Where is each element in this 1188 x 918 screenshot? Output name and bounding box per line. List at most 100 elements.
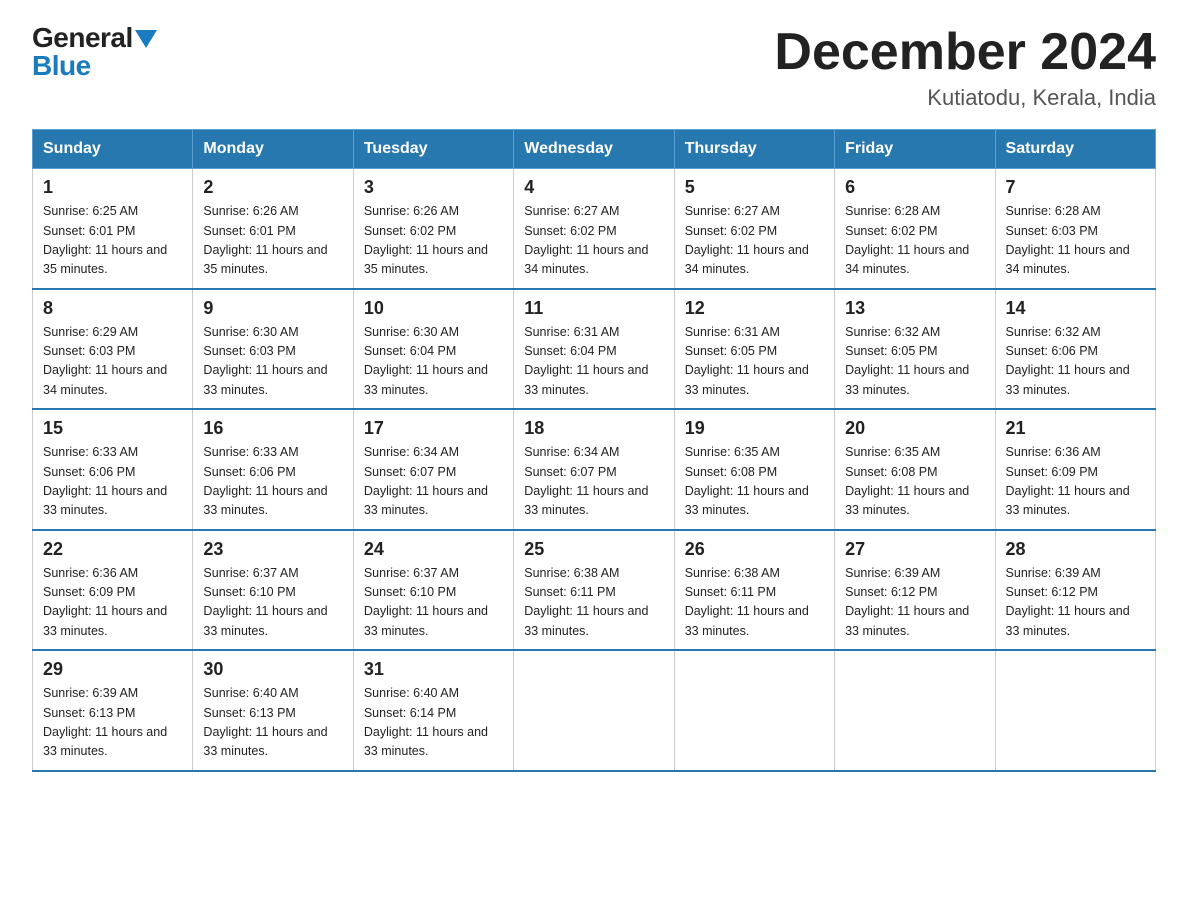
day-info: Sunrise: 6:30 AMSunset: 6:04 PMDaylight:… [364, 323, 503, 401]
day-info: Sunrise: 6:32 AMSunset: 6:06 PMDaylight:… [1006, 323, 1145, 401]
calendar-cell: 24 Sunrise: 6:37 AMSunset: 6:10 PMDayligh… [353, 530, 513, 651]
day-number: 5 [685, 177, 824, 198]
day-number: 29 [43, 659, 182, 680]
calendar-week-row: 22 Sunrise: 6:36 AMSunset: 6:09 PMDayligh… [33, 530, 1156, 651]
day-info: Sunrise: 6:27 AMSunset: 6:02 PMDaylight:… [685, 202, 824, 280]
calendar-cell: 14 Sunrise: 6:32 AMSunset: 6:06 PMDayligh… [995, 289, 1155, 410]
day-number: 30 [203, 659, 342, 680]
calendar-header-tuesday: Tuesday [353, 130, 513, 169]
day-number: 28 [1006, 539, 1145, 560]
day-number: 14 [1006, 298, 1145, 319]
day-number: 4 [524, 177, 663, 198]
calendar-cell: 20Sunrise: 6:35 AMSunset: 6:08 PMDayligh… [835, 409, 995, 530]
day-number: 20 [845, 418, 984, 439]
day-info: Sunrise: 6:31 AMSunset: 6:05 PMDaylight:… [685, 323, 824, 401]
calendar-cell [995, 650, 1155, 771]
day-info: Sunrise: 6:39 AMSunset: 6:12 PMDaylight:… [845, 564, 984, 642]
day-number: 19 [685, 418, 824, 439]
calendar-cell: 11 Sunrise: 6:31 AMSunset: 6:04 PMDayligh… [514, 289, 674, 410]
day-info: Sunrise: 6:38 AMSunset: 6:11 PMDaylight:… [685, 564, 824, 642]
day-info: Sunrise: 6:38 AMSunset: 6:11 PMDaylight:… [524, 564, 663, 642]
day-info: Sunrise: 6:26 AMSunset: 6:02 PMDaylight:… [364, 202, 503, 280]
calendar-cell: 29 Sunrise: 6:39 AMSunset: 6:13 PMDayligh… [33, 650, 193, 771]
calendar-cell: 2 Sunrise: 6:26 AMSunset: 6:01 PMDaylight… [193, 169, 353, 289]
calendar-table: SundayMondayTuesdayWednesdayThursdayFrid… [32, 129, 1156, 772]
day-number: 10 [364, 298, 503, 319]
calendar-header-row: SundayMondayTuesdayWednesdayThursdayFrid… [33, 130, 1156, 169]
day-number: 8 [43, 298, 182, 319]
day-number: 21 [1006, 418, 1145, 439]
calendar-cell: 22 Sunrise: 6:36 AMSunset: 6:09 PMDayligh… [33, 530, 193, 651]
day-info: Sunrise: 6:33 AMSunset: 6:06 PMDaylight:… [43, 443, 182, 521]
calendar-cell: 17Sunrise: 6:34 AMSunset: 6:07 PMDayligh… [353, 409, 513, 530]
calendar-cell: 18 Sunrise: 6:34 AMSunset: 6:07 PMDayligh… [514, 409, 674, 530]
day-number: 26 [685, 539, 824, 560]
day-info: Sunrise: 6:34 AMSunset: 6:07 PMDaylight:… [524, 443, 663, 521]
day-info: Sunrise: 6:37 AMSunset: 6:10 PMDaylight:… [364, 564, 503, 642]
calendar-cell: 28 Sunrise: 6:39 AMSunset: 6:12 PMDayligh… [995, 530, 1155, 651]
day-number: 22 [43, 539, 182, 560]
day-number: 27 [845, 539, 984, 560]
day-info: Sunrise: 6:34 AMSunset: 6:07 PMDaylight:… [364, 443, 503, 521]
calendar-header-monday: Monday [193, 130, 353, 169]
day-number: 1 [43, 177, 182, 198]
day-info: Sunrise: 6:26 AMSunset: 6:01 PMDaylight:… [203, 202, 342, 280]
calendar-cell [514, 650, 674, 771]
day-number: 16 [203, 418, 342, 439]
calendar-header-thursday: Thursday [674, 130, 834, 169]
calendar-week-row: 29 Sunrise: 6:39 AMSunset: 6:13 PMDayligh… [33, 650, 1156, 771]
day-info: Sunrise: 6:32 AMSunset: 6:05 PMDaylight:… [845, 323, 984, 401]
day-number: 24 [364, 539, 503, 560]
location-subtitle: Kutiatodu, Kerala, India [774, 85, 1156, 111]
calendar-cell: 19Sunrise: 6:35 AMSunset: 6:08 PMDayligh… [674, 409, 834, 530]
day-info: Sunrise: 6:33 AMSunset: 6:06 PMDaylight:… [203, 443, 342, 521]
day-number: 9 [203, 298, 342, 319]
calendar-header-saturday: Saturday [995, 130, 1155, 169]
day-info: Sunrise: 6:27 AMSunset: 6:02 PMDaylight:… [524, 202, 663, 280]
day-number: 6 [845, 177, 984, 198]
calendar-cell: 12Sunrise: 6:31 AMSunset: 6:05 PMDayligh… [674, 289, 834, 410]
calendar-header-sunday: Sunday [33, 130, 193, 169]
day-info: Sunrise: 6:29 AMSunset: 6:03 PMDaylight:… [43, 323, 182, 401]
page-header: General Blue December 2024 Kutiatodu, Ke… [32, 24, 1156, 111]
calendar-cell: 4 Sunrise: 6:27 AMSunset: 6:02 PMDaylight… [514, 169, 674, 289]
day-info: Sunrise: 6:25 AMSunset: 6:01 PMDaylight:… [43, 202, 182, 280]
day-info: Sunrise: 6:28 AMSunset: 6:02 PMDaylight:… [845, 202, 984, 280]
day-number: 18 [524, 418, 663, 439]
calendar-header-friday: Friday [835, 130, 995, 169]
calendar-cell: 5 Sunrise: 6:27 AMSunset: 6:02 PMDaylight… [674, 169, 834, 289]
day-number: 25 [524, 539, 663, 560]
calendar-header-wednesday: Wednesday [514, 130, 674, 169]
day-info: Sunrise: 6:36 AMSunset: 6:09 PMDaylight:… [43, 564, 182, 642]
calendar-week-row: 8 Sunrise: 6:29 AMSunset: 6:03 PMDaylight… [33, 289, 1156, 410]
calendar-week-row: 1 Sunrise: 6:25 AMSunset: 6:01 PMDaylight… [33, 169, 1156, 289]
calendar-cell: 23Sunrise: 6:37 AMSunset: 6:10 PMDayligh… [193, 530, 353, 651]
logo-triangle-icon [135, 30, 157, 48]
day-number: 3 [364, 177, 503, 198]
day-info: Sunrise: 6:37 AMSunset: 6:10 PMDaylight:… [203, 564, 342, 642]
calendar-cell: 31Sunrise: 6:40 AMSunset: 6:14 PMDayligh… [353, 650, 513, 771]
logo-general: General [32, 24, 133, 52]
day-number: 7 [1006, 177, 1145, 198]
logo-blue: Blue [32, 52, 91, 80]
calendar-cell: 25 Sunrise: 6:38 AMSunset: 6:11 PMDayligh… [514, 530, 674, 651]
calendar-cell: 27 Sunrise: 6:39 AMSunset: 6:12 PMDayligh… [835, 530, 995, 651]
calendar-cell: 9 Sunrise: 6:30 AMSunset: 6:03 PMDaylight… [193, 289, 353, 410]
calendar-cell: 6 Sunrise: 6:28 AMSunset: 6:02 PMDaylight… [835, 169, 995, 289]
calendar-cell: 26 Sunrise: 6:38 AMSunset: 6:11 PMDayligh… [674, 530, 834, 651]
calendar-cell: 10 Sunrise: 6:30 AMSunset: 6:04 PMDayligh… [353, 289, 513, 410]
day-info: Sunrise: 6:39 AMSunset: 6:12 PMDaylight:… [1006, 564, 1145, 642]
day-number: 15 [43, 418, 182, 439]
day-number: 2 [203, 177, 342, 198]
calendar-cell [835, 650, 995, 771]
day-number: 11 [524, 298, 663, 319]
logo: General Blue [32, 24, 157, 80]
day-info: Sunrise: 6:30 AMSunset: 6:03 PMDaylight:… [203, 323, 342, 401]
calendar-cell: 7Sunrise: 6:28 AMSunset: 6:03 PMDaylight… [995, 169, 1155, 289]
calendar-cell: 13Sunrise: 6:32 AMSunset: 6:05 PMDayligh… [835, 289, 995, 410]
day-info: Sunrise: 6:31 AMSunset: 6:04 PMDaylight:… [524, 323, 663, 401]
calendar-cell [674, 650, 834, 771]
day-info: Sunrise: 6:39 AMSunset: 6:13 PMDaylight:… [43, 684, 182, 762]
month-year-title: December 2024 [774, 24, 1156, 81]
day-info: Sunrise: 6:40 AMSunset: 6:13 PMDaylight:… [203, 684, 342, 762]
